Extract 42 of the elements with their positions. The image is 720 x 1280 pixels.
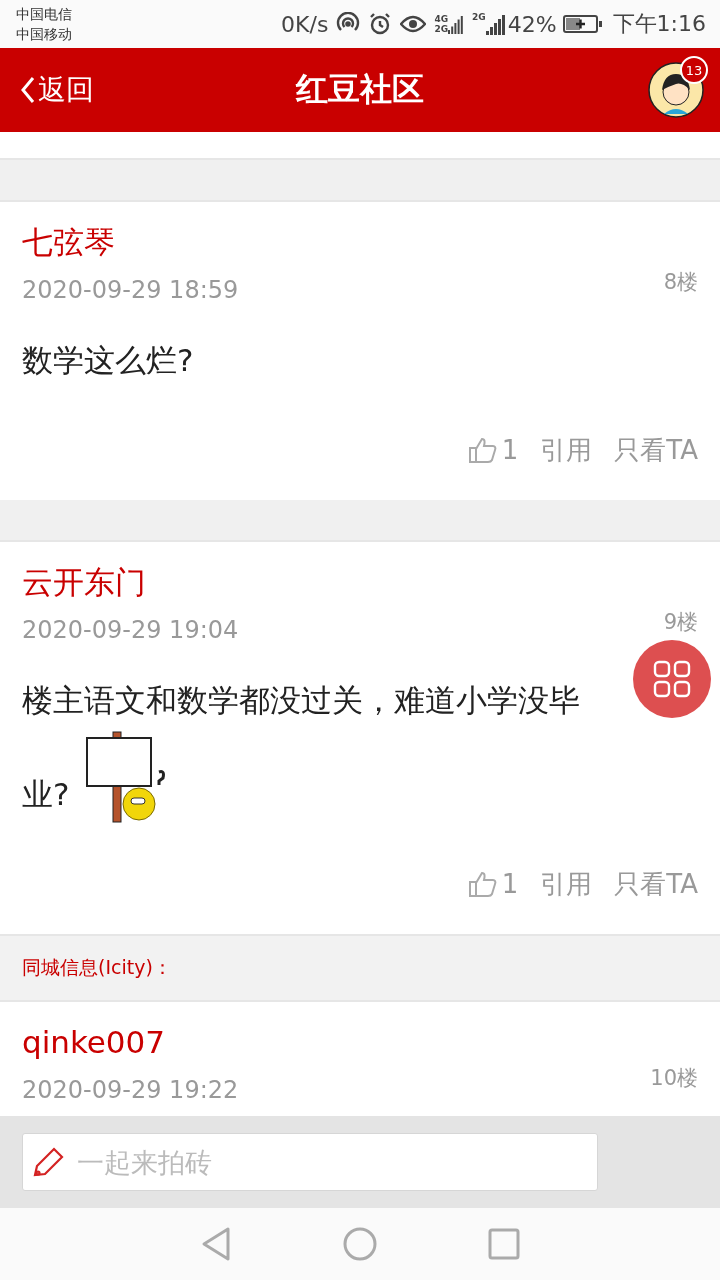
network-type: 2G	[472, 12, 486, 22]
notification-badge: 13	[680, 56, 708, 84]
back-nav-button[interactable]	[200, 1226, 232, 1262]
recents-nav-button[interactable]	[488, 1228, 520, 1260]
post-time: 2020-09-29 18:59	[22, 276, 239, 304]
like-button[interactable]: 1	[467, 435, 519, 465]
network-speed: 0K/s	[281, 11, 329, 37]
network-type: 2G	[434, 24, 449, 34]
floor-number: 10楼	[650, 1065, 698, 1092]
quote-button[interactable]: 引用	[540, 866, 593, 902]
home-nav-button[interactable]	[342, 1226, 378, 1262]
post-time: 2020-09-29 19:22	[22, 1076, 239, 1104]
pencil-icon	[32, 1145, 66, 1179]
author-name[interactable]: qinke007	[22, 1024, 166, 1060]
author-name[interactable]: 云开东门	[22, 562, 698, 602]
author-name[interactable]: 七弦琴	[22, 222, 698, 262]
clock-time: 下午1:16	[612, 10, 706, 38]
carrier-name: 中国移动	[16, 25, 73, 44]
post-content: 数学这么烂?	[22, 341, 195, 380]
only-author-button[interactable]: 只看TA	[614, 866, 698, 902]
section-title: 同城信息(Icity)：	[22, 955, 172, 980]
signal-icon	[448, 14, 465, 34]
thumbs-up-icon	[467, 436, 498, 464]
quote-button[interactable]: 引用	[540, 432, 593, 468]
reply-field[interactable]: 一起来拍砖	[22, 1133, 598, 1191]
carrier-name: 中国电信	[16, 5, 73, 24]
signal-icon	[485, 13, 506, 35]
network-type: 4G	[434, 14, 449, 24]
back-button[interactable]: 返回	[20, 71, 94, 109]
floor-number: 9楼	[663, 609, 698, 636]
chevron-left-icon	[20, 76, 36, 104]
floor-number: 8楼	[663, 269, 698, 296]
grid-icon	[653, 660, 691, 698]
battery-icon	[562, 14, 603, 34]
like-button[interactable]: 1	[467, 869, 519, 899]
post-content: 楼主语文和数学都没过关，难道小学没毕业?	[22, 670, 622, 824]
only-author-button[interactable]: 只看TA	[614, 432, 698, 468]
battery-percent: 42%	[507, 11, 557, 37]
post-time: 2020-09-29 19:04	[22, 616, 239, 644]
thumbs-up-icon	[467, 870, 498, 898]
eye-icon	[400, 14, 427, 34]
page-title: 红豆社区	[296, 69, 424, 110]
